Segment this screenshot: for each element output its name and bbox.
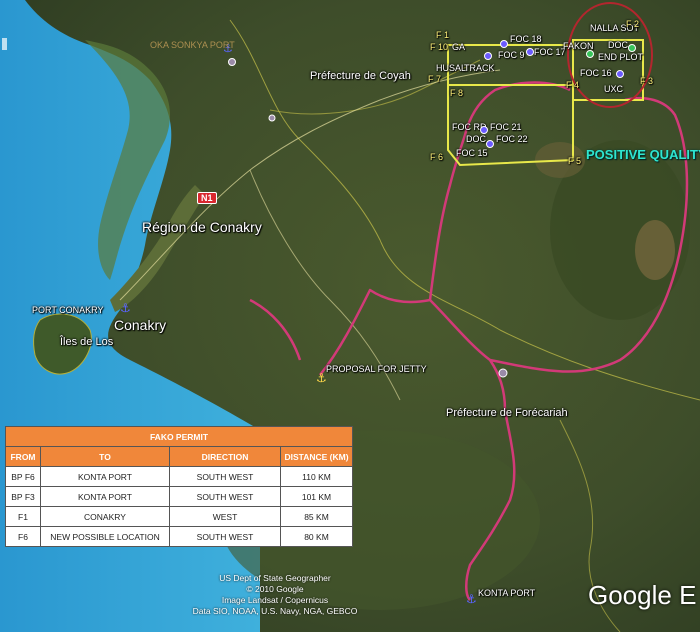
waypoint-marker bbox=[268, 114, 276, 122]
cell-to: KONTA PORT bbox=[40, 466, 170, 487]
anchor-icon: ⚓ bbox=[120, 301, 131, 315]
cell-direction: WEST bbox=[169, 506, 281, 527]
label-f3: F 3 bbox=[640, 76, 654, 86]
label-f8: F 8 bbox=[450, 88, 464, 98]
cell-from: F6 bbox=[5, 526, 41, 547]
label-sonkya-port: OKA SONKYA PORT bbox=[150, 40, 235, 50]
plot-marker[interactable] bbox=[526, 48, 534, 56]
label-f5: F 5 bbox=[568, 156, 582, 166]
table-header-row: FROM TO DIRECTION DISTANCE (KM) bbox=[5, 446, 353, 467]
label-uxc: UXC bbox=[604, 84, 624, 94]
road-badge: N1 bbox=[197, 192, 217, 204]
plot-marker[interactable] bbox=[628, 44, 636, 52]
cell-distance: 101 KM bbox=[280, 486, 353, 507]
label-ga: GA bbox=[452, 42, 466, 52]
label-foc22: FOC 22 bbox=[496, 134, 528, 144]
cell-to: KONTA PORT bbox=[40, 486, 170, 507]
label-foc16: FOC 16 bbox=[580, 68, 612, 78]
plot-marker[interactable] bbox=[484, 52, 492, 60]
col-header-distance: DISTANCE (KM) bbox=[280, 446, 353, 467]
label-foc17: FOC 17 bbox=[534, 47, 566, 57]
label-doc2: DOC bbox=[466, 134, 486, 144]
label-f2: F 2 bbox=[626, 19, 640, 29]
table-title: FAKO PERMIT bbox=[5, 426, 353, 447]
label-foc21: FOC 21 bbox=[490, 122, 522, 132]
col-header-from: FROM bbox=[5, 446, 41, 467]
cell-from: F1 bbox=[5, 506, 41, 527]
cell-direction: SOUTH WEST bbox=[169, 486, 281, 507]
map-view[interactable]: ⚓ ⚓ ⚓ ⚓ OKA SONKYA PORT Préfecture de Co… bbox=[0, 0, 700, 632]
credit-line: US Dept of State Geographer bbox=[219, 573, 331, 583]
label-doc: DOC bbox=[608, 40, 628, 50]
label-foc18: FOC 18 bbox=[510, 34, 542, 44]
cell-direction: SOUTH WEST bbox=[169, 526, 281, 547]
label-proposal-jetty: PROPOSAL FOR JETTY bbox=[326, 364, 427, 374]
label-conakry: Conakry bbox=[114, 317, 167, 333]
plot-marker[interactable] bbox=[616, 70, 624, 78]
imagery-credits: US Dept of State Geographer © 2010 Googl… bbox=[190, 573, 360, 617]
cell-to: NEW POSSIBLE LOCATION bbox=[40, 526, 170, 547]
label-foc9: FOC 9 bbox=[498, 50, 525, 60]
credit-line: Image Landsat / Copernicus bbox=[221, 595, 329, 605]
plot-marker[interactable] bbox=[586, 50, 594, 58]
label-husal: HUSAL bbox=[436, 63, 467, 73]
col-header-direction: DIRECTION bbox=[169, 446, 281, 467]
cell-distance: 110 KM bbox=[280, 466, 353, 487]
label-f1: F 1 bbox=[436, 30, 450, 40]
cell-direction: SOUTH WEST bbox=[169, 466, 281, 487]
plot-marker[interactable] bbox=[480, 126, 488, 134]
label-f10: F 10 bbox=[430, 42, 449, 52]
label-f4: F 4 bbox=[566, 80, 580, 90]
cell-from: BP F3 bbox=[5, 486, 41, 507]
label-f6: F 6 bbox=[430, 152, 444, 162]
cell-distance: 85 KM bbox=[280, 506, 353, 527]
brown-patch bbox=[635, 220, 675, 280]
label-end-plot: END PLOT bbox=[598, 52, 644, 62]
label-port-conakry: PORT CONAKRY bbox=[32, 305, 104, 315]
cell-to: CONAKRY bbox=[40, 506, 170, 527]
table-row: F6 NEW POSSIBLE LOCATION SOUTH WEST 80 K… bbox=[5, 526, 353, 547]
col-header-to: TO bbox=[40, 446, 170, 467]
credit-line: Data SIO, NOAA, U.S. Navy, NGA, GEBCO bbox=[192, 606, 358, 616]
label-positive-quality: POSITIVE QUALITY bbox=[586, 147, 700, 162]
cell-from: BP F6 bbox=[5, 466, 41, 487]
label-foc15: FOC 15 bbox=[456, 148, 488, 158]
label-prefecture-forecariah: Préfecture de Forécariah bbox=[446, 407, 568, 419]
fako-permit-table: FAKO PERMIT FROM TO DIRECTION DISTANCE (… bbox=[5, 426, 353, 547]
waypoint-marker bbox=[228, 58, 236, 66]
label-konta-port: KONTA PORT bbox=[478, 588, 536, 598]
anchor-icon: ⚓ bbox=[466, 592, 477, 606]
plot-marker[interactable] bbox=[486, 140, 494, 148]
table-row: BP F6 KONTA PORT SOUTH WEST 110 KM bbox=[5, 466, 353, 487]
map-panel-handle-icon[interactable] bbox=[2, 38, 7, 50]
cell-distance: 80 KM bbox=[280, 526, 353, 547]
google-earth-logo: Google E bbox=[588, 580, 697, 610]
table-row: F1 CONAKRY WEST 85 KM bbox=[5, 506, 353, 527]
label-region-conakry: Région de Conakry bbox=[142, 219, 262, 235]
table-row: BP F3 KONTA PORT SOUTH WEST 101 KM bbox=[5, 486, 353, 507]
label-f7: F 7 bbox=[428, 74, 442, 84]
label-prefecture-coyah: Préfecture de Coyah bbox=[310, 70, 411, 82]
plot-marker[interactable] bbox=[500, 40, 508, 48]
waypoint-marker bbox=[498, 368, 508, 378]
label-track: TRACK bbox=[464, 63, 495, 73]
credit-line: © 2010 Google bbox=[246, 584, 304, 594]
label-iles-de-los: Îles de Los bbox=[60, 336, 114, 348]
